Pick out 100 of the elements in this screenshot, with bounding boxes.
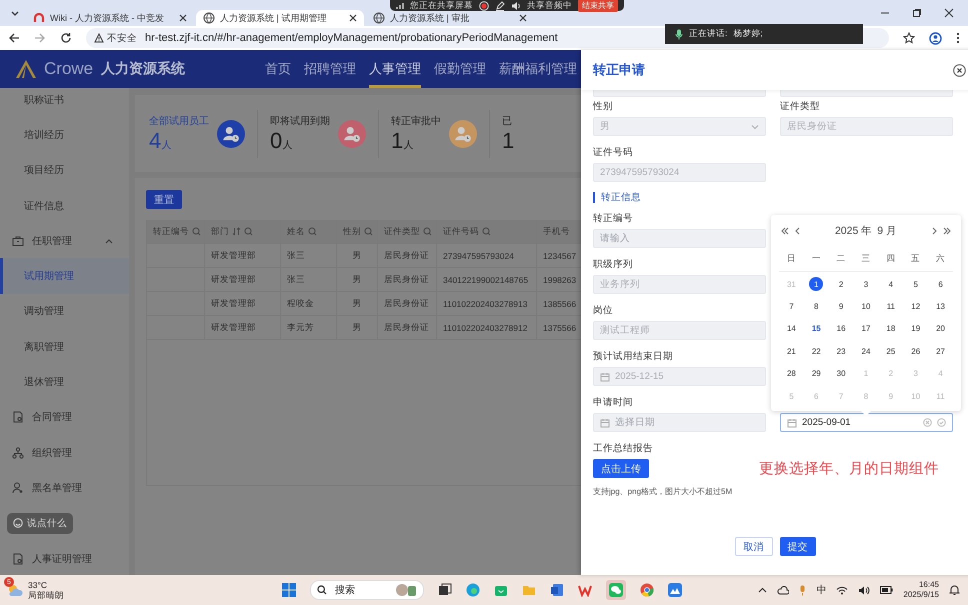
column-header[interactable]: 手机号: [536, 220, 579, 243]
calendar-day[interactable]: 8: [809, 300, 824, 314]
word-doc-icon[interactable]: [550, 583, 564, 597]
mountain-app-icon[interactable]: [668, 583, 682, 597]
calendar-day[interactable]: 13: [934, 300, 948, 314]
close-icon[interactable]: [349, 14, 357, 22]
sidebar-item[interactable]: 培训经历: [0, 117, 129, 153]
sidebar-group[interactable]: 黑名单管理: [0, 470, 129, 506]
back-arrow-icon[interactable]: [8, 32, 20, 44]
nav-tab[interactable]: 招聘管理: [304, 50, 356, 88]
battery-icon[interactable]: [880, 586, 894, 594]
start-icon[interactable]: [282, 583, 296, 597]
nav-tab[interactable]: 首页: [265, 50, 291, 88]
pen-icon[interactable]: [495, 0, 505, 10]
close-icon[interactable]: [519, 14, 527, 22]
calendar-day[interactable]: 14: [784, 322, 798, 336]
calendar-day[interactable]: 22: [809, 344, 824, 358]
calendar-day[interactable]: 11: [884, 300, 898, 314]
stat-label[interactable]: 已: [502, 114, 514, 128]
calendar-day[interactable]: 27: [934, 344, 948, 358]
sidebar-item[interactable]: 职称证书: [0, 88, 129, 118]
clock-time[interactable]: 16:45: [918, 580, 939, 590]
double-chevron-left-icon[interactable]: [781, 227, 789, 235]
upload-button[interactable]: 点击上传: [593, 459, 649, 478]
stat-label[interactable]: 即将试用到期: [270, 114, 330, 128]
calendar-day[interactable]: 7: [784, 300, 798, 314]
close-icon[interactable]: [953, 64, 966, 76]
calendar-day[interactable]: 26: [908, 344, 923, 358]
calendar-day[interactable]: 20: [934, 322, 948, 336]
stat-label[interactable]: 转正审批中: [391, 114, 441, 128]
chrome-icon[interactable]: [640, 583, 654, 597]
notification-bell-icon[interactable]: [949, 584, 960, 596]
assistant-chip[interactable]: 说点什么: [7, 512, 73, 534]
sidebar-group[interactable]: 组织管理: [0, 434, 129, 470]
nav-tab[interactable]: 人事管理: [369, 50, 421, 88]
chevron-up-icon[interactable]: [758, 587, 768, 593]
column-header[interactable]: 姓名: [280, 220, 336, 243]
calendar-day[interactable]: 6: [934, 277, 948, 292]
close-icon[interactable]: [944, 8, 954, 18]
close-icon[interactable]: [179, 14, 187, 22]
check-circle-icon[interactable]: [937, 418, 946, 427]
sidebar-item[interactable]: 调动管理: [0, 294, 129, 330]
nav-tab[interactable]: 假勤管理: [434, 50, 486, 88]
task-view-icon[interactable]: [438, 583, 452, 597]
calendar-day[interactable]: 15: [809, 322, 824, 336]
input-field[interactable]: 2025-09-01: [780, 413, 953, 432]
calendar-day[interactable]: 19: [908, 322, 923, 336]
wps-icon[interactable]: [578, 583, 592, 597]
calendar-day[interactable]: 2: [834, 277, 848, 292]
clock-date[interactable]: 2025/9/15: [903, 590, 939, 600]
sidebar-item[interactable]: 项目经历: [0, 152, 129, 188]
sidebar-item[interactable]: 证件信息: [0, 188, 129, 224]
browser-tab[interactable]: 人力资源系统 | 试用期管理: [196, 10, 364, 26]
calendar-day[interactable]: 4: [884, 277, 898, 292]
sidebar-item[interactable]: 离职管理: [0, 329, 129, 364]
star-icon[interactable]: [903, 32, 915, 44]
stop-sharing-button[interactable]: 结束共享: [578, 0, 618, 12]
calendar-day[interactable]: 16: [834, 322, 848, 336]
wifi-icon[interactable]: [836, 586, 848, 594]
record-icon[interactable]: [479, 0, 489, 10]
sidebar-group[interactable]: 人事证明管理: [0, 540, 129, 575]
calendar-day[interactable]: 1: [809, 277, 824, 292]
submit-button[interactable]: 提交: [780, 537, 816, 556]
chevron-right-icon[interactable]: [932, 227, 937, 235]
calendar-day[interactable]: 10: [858, 300, 873, 314]
calendar-day[interactable]: 28: [784, 366, 798, 381]
calendar-day[interactable]: 30: [834, 366, 848, 381]
calendar-day[interactable]: 3: [858, 277, 873, 292]
calendar-day[interactable]: 24: [858, 344, 873, 358]
reset-button[interactable]: 重置: [146, 190, 182, 209]
volume-icon[interactable]: [858, 586, 870, 594]
calendar-day[interactable]: 21: [784, 344, 798, 358]
column-header[interactable]: 性别: [336, 220, 377, 243]
column-header[interactable]: 证件号码: [436, 220, 536, 243]
calendar-day[interactable]: 23: [834, 344, 848, 358]
cancel-button[interactable]: 取消: [734, 537, 772, 556]
reload-icon[interactable]: [60, 32, 72, 44]
calendar-day[interactable]: 18: [884, 322, 898, 336]
sidebar-group[interactable]: 任职管理: [0, 223, 129, 258]
calendar-day[interactable]: 9: [834, 300, 848, 314]
month-label[interactable]: 9 月: [877, 224, 898, 238]
cloud-icon[interactable]: [777, 586, 790, 594]
column-header[interactable]: 证件类型: [377, 220, 436, 243]
calendar-day[interactable]: 5: [908, 277, 923, 292]
calendar-day[interactable]: 25: [884, 344, 898, 358]
browser-tab[interactable]: 人力资源系统 | 审批: [366, 10, 534, 26]
browser-tab[interactable]: Wiki - 人力资源系统 - 中竞发: [26, 10, 194, 26]
column-header[interactable]: 转正编号: [146, 220, 204, 243]
year-label[interactable]: 2025 年: [834, 224, 872, 238]
input-method-indicator[interactable]: 中: [816, 583, 826, 597]
double-chevron-right-icon[interactable]: [943, 227, 951, 235]
chevron-left-icon[interactable]: [795, 227, 800, 235]
sidebar-group[interactable]: 合同管理: [0, 400, 129, 435]
security-chip[interactable]: 不安全: [94, 32, 137, 44]
chat-app-icon[interactable]: [606, 580, 626, 600]
calendar-day[interactable]: 12: [908, 300, 923, 314]
calendar-day[interactable]: 17: [858, 322, 873, 336]
sidebar-item[interactable]: 退休管理: [0, 364, 129, 400]
taskbar-search-field[interactable]: 搜索: [310, 580, 424, 600]
calendar-day[interactable]: 29: [809, 366, 824, 381]
